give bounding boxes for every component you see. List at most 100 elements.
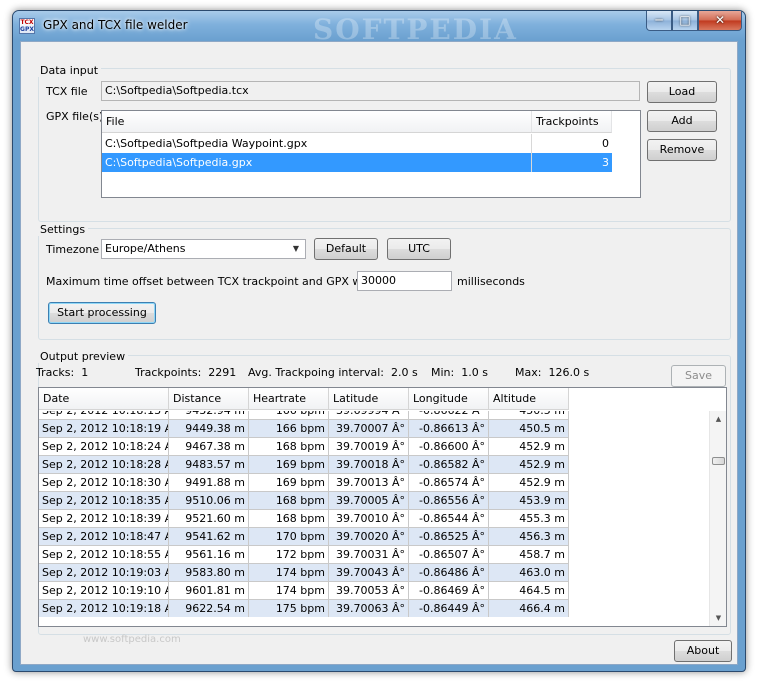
app-icon[interactable]: TCX GPX [19,18,35,34]
cell-distance: 9432.94 m [169,411,249,420]
scroll-down-icon[interactable]: ▼ [710,610,726,626]
cell-date: Sep 2, 2012 10:19:10 AM [39,582,169,600]
cell-latitude: 39.70013 Â° [329,474,409,492]
table-row[interactable]: Sep 2, 2012 10:19:10 AM 9601.81 m 174 bpm 3… [39,582,569,600]
gpx-file-list[interactable]: File Trackpoints C:\Softpedia\Softpedia … [101,110,641,198]
cell-heartrate: 166 bpm [249,420,329,438]
timezone-select[interactable]: Europe/Athens ▼ [101,239,306,259]
cell-date: Sep 2, 2012 10:18:24 AM [39,438,169,456]
cell-date: Sep 2, 2012 10:18:28 AM [39,456,169,474]
table-row[interactable]: Sep 2, 2012 10:18:39 AM 9521.60 m 168 bpm 3… [39,510,569,528]
min-value: 1.0 s [461,366,488,379]
table-row[interactable]: Sep 2, 2012 10:18:35 AM 9510.06 m 168 bpm 3… [39,492,569,510]
gpx-file-row[interactable]: C:\Softpedia\Softpedia.gpx 3 [102,153,612,172]
gpx-column-trackpoints[interactable]: Trackpoints [532,111,612,133]
cell-heartrate: 169 bpm [249,474,329,492]
scroll-thumb[interactable] [712,457,725,465]
cell-altitude: 466.4 m [489,600,569,617]
offset-input[interactable]: 30000 [357,271,452,291]
column-latitude[interactable]: Latitude [329,388,409,410]
cell-distance: 9483.57 m [169,456,249,474]
cell-latitude: 39.70019 Â° [329,438,409,456]
data-input-group-label: Data input [37,64,102,77]
cell-heartrate: 168 bpm [249,492,329,510]
maximize-button[interactable]: □ [672,11,698,31]
tcx-file-field[interactable]: C:\Softpedia\Softpedia.tcx [101,81,640,101]
cell-date: Sep 2, 2012 10:18:35 AM [39,492,169,510]
add-button[interactable]: Add [647,110,717,132]
output-preview-group-label: Output preview [37,350,129,363]
tracks-label: Tracks: [36,366,75,379]
remove-button[interactable]: Remove [647,139,717,161]
load-button[interactable]: Load [647,81,717,103]
table-row[interactable]: Sep 2, 2012 10:18:19 AM 9449.38 m 166 bpm 3… [39,420,569,438]
cell-distance: 9521.60 m [169,510,249,528]
table-row[interactable]: Sep 2, 2012 10:18:55 AM 9561.16 m 172 bpm 3… [39,546,569,564]
tracks-stat: Tracks: 1 [36,366,88,379]
column-heartrate[interactable]: Heartrate [249,388,329,410]
cell-altitude: 455.3 m [489,510,569,528]
cell-distance: 9449.38 m [169,420,249,438]
output-table-body: Sep 2, 2012 10:18:13 AM9432.94 m166 bpm3… [39,411,569,617]
output-table[interactable]: Date Distance Heartrate Latitude Longitu… [38,387,727,627]
interval-value: 2.0 s [391,366,418,379]
default-timezone-button[interactable]: Default [314,238,378,260]
interval-stat: Avg. Trackpoing interval: 2.0 s [248,366,418,379]
cell-heartrate: 168 bpm [249,438,329,456]
close-button[interactable]: ✕ [698,11,742,31]
interval-label: Avg. Trackpoing interval: [248,366,385,379]
minimize-icon: ─ [655,13,663,27]
cell-distance: 9510.06 m [169,492,249,510]
cell-altitude: 452.9 m [489,474,569,492]
cell-latitude: 39.70018 Â° [329,456,409,474]
table-row[interactable]: Sep 2, 2012 10:18:30 AM 9491.88 m 169 bpm 3… [39,474,569,492]
gpx-column-file[interactable]: File [102,111,532,133]
close-icon: ✕ [714,13,726,27]
timezone-label: Timezone [46,243,100,256]
table-row[interactable]: Sep 2, 2012 10:18:24 AM 9467.38 m 168 bpm 3… [39,438,569,456]
column-longitude[interactable]: Longitude [409,388,489,410]
cell-date: Sep 2, 2012 10:18:30 AM [39,474,169,492]
cell-longitude: -0.86449 Â° [409,600,489,617]
app-window: TCX GPX GPX and TCX file welder SOFTPEDI… [12,10,746,672]
cell-altitude: 452.9 m [489,456,569,474]
cell-heartrate: 166 bpm [249,411,329,420]
offset-label: Maximum time offset between TCX trackpoi… [46,275,403,288]
cell-latitude: 39.70043 Â° [329,564,409,582]
column-date[interactable]: Date [39,388,169,410]
output-scrollbar[interactable]: ▲ ▼ [709,411,726,626]
title-bar[interactable]: TCX GPX GPX and TCX file welder SOFTPEDI… [13,11,745,46]
utc-button[interactable]: UTC [387,238,451,260]
cell-latitude: 39.70031 Â° [329,546,409,564]
cell-altitude: 452.9 m [489,438,569,456]
save-button[interactable]: Save [671,365,726,387]
tcx-file-label: TCX file [46,85,88,98]
cell-heartrate: 169 bpm [249,456,329,474]
settings-group-label: Settings [37,223,89,236]
tracks-value: 1 [81,366,89,379]
window-title: GPX and TCX file welder [43,18,188,32]
cell-distance: 9541.62 m [169,528,249,546]
column-altitude[interactable]: Altitude [489,388,569,410]
cell-longitude: -0.86507 Â° [409,546,489,564]
gpx-file-row[interactable]: C:\Softpedia\Softpedia Waypoint.gpx 0 [102,134,612,153]
table-row[interactable]: Sep 2, 2012 10:18:47 AM 9541.62 m 170 bpm 3… [39,528,569,546]
column-distance[interactable]: Distance [169,388,249,410]
table-row[interactable]: Sep 2, 2012 10:18:13 AM9432.94 m166 bpm3… [39,411,569,420]
cell-longitude: -0.86544 Â° [409,510,489,528]
cell-latitude: 39.69994 Â° [329,411,409,420]
gpx-file-path: C:\Softpedia\Softpedia.gpx [105,156,253,169]
cell-heartrate: 174 bpm [249,564,329,582]
table-row[interactable]: Sep 2, 2012 10:19:03 AM 9583.80 m 174 bpm 3… [39,564,569,582]
scroll-up-icon[interactable]: ▲ [710,411,726,427]
cell-altitude: 464.5 m [489,582,569,600]
table-row[interactable]: Sep 2, 2012 10:19:18 AM 9622.54 m 175 bpm 3… [39,600,569,617]
minimize-button[interactable]: ─ [646,11,672,31]
start-processing-button[interactable]: Start processing [48,302,156,324]
footer-watermark: www.softpedia.com [83,634,181,645]
cell-heartrate: 170 bpm [249,528,329,546]
cell-altitude: 456.3 m [489,528,569,546]
cell-longitude: -0.86613 Â° [409,420,489,438]
about-button[interactable]: About [674,640,732,662]
table-row[interactable]: Sep 2, 2012 10:18:28 AM 9483.57 m 169 bpm 3… [39,456,569,474]
